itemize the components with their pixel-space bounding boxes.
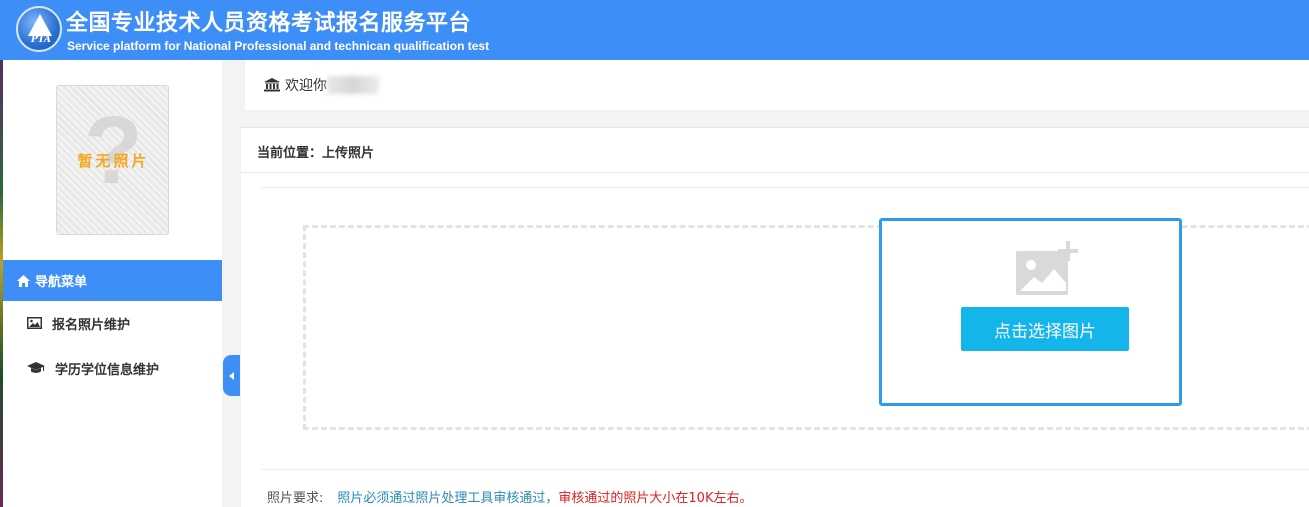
graduation-cap-icon xyxy=(27,362,45,373)
requirement-label: 照片要求: xyxy=(267,491,324,506)
divider xyxy=(261,187,1309,188)
add-image-icon xyxy=(1016,241,1078,295)
requirement-text-warning: 审核通过的照片大小在10K左右。 xyxy=(558,491,753,506)
sidebar-item-photo-maintenance[interactable]: 报名照片维护 xyxy=(3,301,222,345)
chevron-left-icon xyxy=(229,371,234,380)
sidebar-item-label: 报名照片维护 xyxy=(52,317,131,333)
nav-menu-header[interactable]: 导航菜单 xyxy=(3,260,222,301)
home-icon xyxy=(17,274,30,287)
welcome-text: 欢迎你 xyxy=(285,78,327,94)
divider xyxy=(261,469,1309,470)
sidebar: ? 暂无照片 导航菜单 报名照片维护 学历学位信息维护 xyxy=(3,60,222,507)
bank-icon xyxy=(264,78,280,92)
sidebar-collapse-button[interactable] xyxy=(223,355,240,396)
welcome-bar: 欢迎你 xyxy=(245,60,1309,110)
breadcrumb: 当前位置：上传照片 xyxy=(257,146,375,161)
choose-image-button[interactable]: 点击选择图片 xyxy=(961,307,1129,351)
pta-logo-icon: PTA xyxy=(16,6,62,52)
sidebar-item-label: 学历学位信息维护 xyxy=(55,362,160,378)
nav-menu-header-label: 导航菜单 xyxy=(35,275,88,290)
photo-requirement: 照片要求: 照片必须通过照片处理工具审核通过，审核通过的照片大小在10K左右。 xyxy=(267,487,752,506)
top-header: PTA 全国专业技术人员资格考试报名服务平台 Service platform … xyxy=(0,0,1309,60)
image-icon xyxy=(27,317,42,329)
no-photo-label: 暂无照片 xyxy=(77,152,150,170)
upload-photo-panel: 当前位置：上传照片 点击选择图片 照片要求: 照片必须通过照片处理工具审核通过，审… xyxy=(241,127,1309,507)
logo-text: PTA xyxy=(31,35,51,45)
user-name-redacted xyxy=(327,76,379,94)
avatar-photo: ? 暂无照片 xyxy=(56,85,169,235)
divider xyxy=(241,172,1309,173)
sidebar-item-education-info[interactable]: 学历学位信息维护 xyxy=(3,346,222,390)
upload-picker-box[interactable]: 点击选择图片 xyxy=(879,218,1182,406)
site-subtitle: Service platform for National Profession… xyxy=(67,39,490,53)
requirement-text-info: 照片必须通过照片处理工具审核通过， xyxy=(337,491,559,506)
site-title: 全国专业技术人员资格考试报名服务平台 xyxy=(66,11,472,36)
